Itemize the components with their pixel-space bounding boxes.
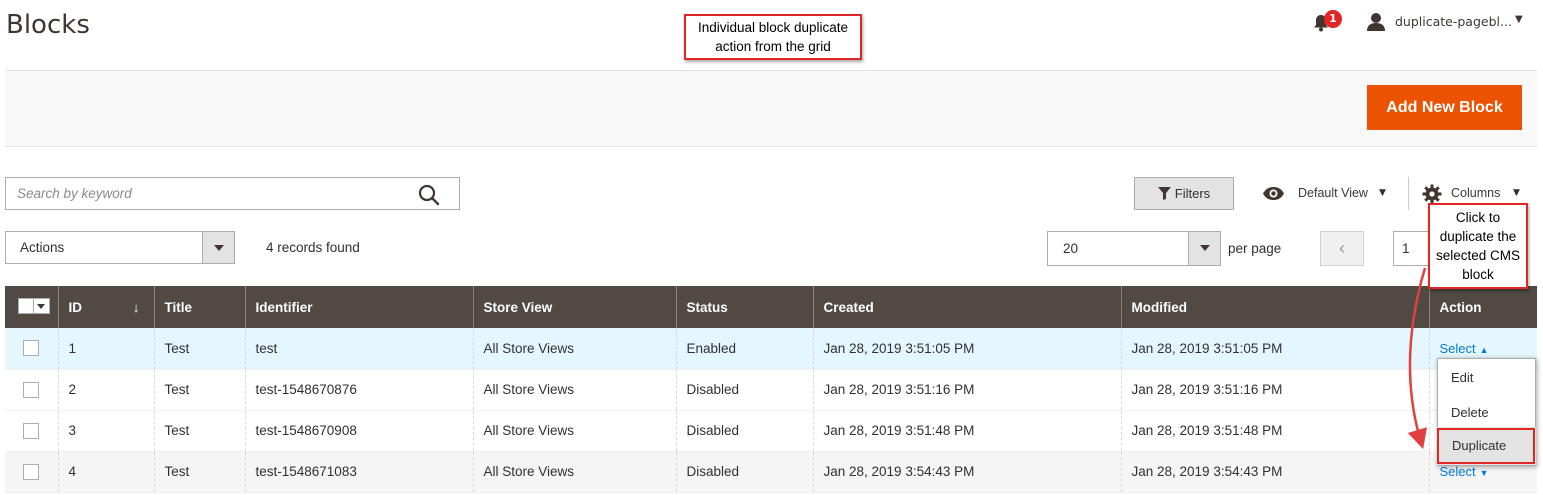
column-header-title[interactable]: Title [153, 286, 245, 328]
search-box [5, 177, 460, 210]
search-input[interactable] [6, 178, 406, 209]
filters-button[interactable]: Filters [1134, 177, 1234, 210]
cell-id: 3 [57, 410, 154, 451]
row-action-select[interactable]: Select ▼ [1440, 464, 1489, 479]
mass-actions-label: Actions [20, 240, 65, 255]
column-header-identifier[interactable]: Identifier [244, 286, 473, 328]
grid-header-row: ID ↓ Title Identifier Store View Status C… [5, 286, 1537, 328]
row-checkbox-cell [5, 451, 58, 492]
column-header-status[interactable]: Status [675, 286, 813, 328]
notification-count-badge[interactable]: 1 [1324, 10, 1342, 28]
per-page-label: per page [1228, 241, 1282, 256]
mass-select-header[interactable] [5, 286, 58, 328]
chevron-down-icon[interactable]: ▼ [1379, 188, 1386, 198]
column-header-label: ID [68, 299, 83, 315]
cell-created: Jan 28, 2019 3:51:48 PM [812, 410, 1121, 451]
funnel-icon [1157, 187, 1171, 200]
row-action-select[interactable]: Select ▲ [1440, 341, 1489, 356]
cell-modified: Jan 28, 2019 3:54:43 PM [1120, 451, 1429, 492]
cell-modified: Jan 28, 2019 3:51:16 PM [1120, 369, 1429, 410]
cell-id: 2 [57, 369, 154, 410]
page-actions-bar [5, 71, 1537, 147]
chevron-down-icon[interactable]: ▼ [1513, 188, 1520, 198]
cell-identifier: test [244, 328, 473, 369]
mass-select-checkbox[interactable] [18, 297, 50, 314]
cell-title: Test [153, 451, 245, 492]
row-checkbox-cell [5, 328, 58, 369]
table-row[interactable]: 3 Test test-1548670908 All Store Views D… [5, 410, 1537, 451]
row-checkbox-cell [5, 410, 58, 451]
mass-actions-select[interactable]: Actions [5, 231, 235, 264]
page-size-value: 20 [1063, 241, 1079, 256]
chevron-down-icon[interactable] [1188, 232, 1220, 265]
cell-created: Jan 28, 2019 3:51:05 PM [812, 328, 1121, 369]
add-new-block-button[interactable]: Add New Block [1367, 85, 1522, 130]
annotation-callout-right: Click to duplicate the selected CMS bloc… [1428, 203, 1528, 289]
sort-arrow-icon: ↓ [132, 299, 140, 315]
table-row[interactable]: 1 Test test All Store Views Enabled Jan … [5, 328, 1537, 369]
chevron-down-icon[interactable] [34, 297, 50, 314]
cell-modified: Jan 28, 2019 3:51:05 PM [1120, 328, 1429, 369]
chevron-down-icon[interactable] [202, 232, 234, 263]
table-row[interactable]: 4 Test test-1548671083 All Store Views D… [5, 451, 1537, 492]
column-header-id[interactable]: ID ↓ [57, 286, 154, 328]
row-checkbox[interactable] [23, 381, 39, 398]
cell-identifier: test-1548671083 [244, 451, 473, 492]
columns-dropdown[interactable]: Columns [1451, 186, 1500, 200]
default-view-dropdown[interactable]: Default View [1298, 186, 1368, 200]
row-checkbox-cell [5, 369, 58, 410]
cell-title: Test [153, 328, 245, 369]
cell-status: Disabled [675, 369, 813, 410]
records-found: 4 records found [266, 240, 360, 255]
chevron-up-icon: ▲ [1479, 344, 1489, 355]
cell-identifier: test-1548670876 [244, 369, 473, 410]
column-header-action: Action [1428, 286, 1537, 328]
current-page-input[interactable]: 1 [1393, 231, 1433, 266]
page-size-select[interactable]: 20 [1047, 231, 1221, 266]
cell-store-view: All Store Views [472, 369, 676, 410]
cell-store-view: All Store Views [472, 451, 676, 492]
row-checkbox[interactable] [23, 463, 39, 480]
menu-item-edit[interactable]: Edit [1438, 370, 1535, 385]
cell-store-view: All Store Views [472, 328, 676, 369]
cell-store-view: All Store Views [472, 410, 676, 451]
blocks-grid: ID ↓ Title Identifier Store View Status C… [5, 286, 1537, 493]
cell-id: 4 [57, 451, 154, 492]
column-header-created[interactable]: Created [812, 286, 1121, 328]
eye-icon[interactable] [1262, 186, 1285, 201]
filters-label: Filters [1174, 186, 1211, 201]
cell-modified: Jan 28, 2019 3:51:48 PM [1120, 410, 1429, 451]
search-icon[interactable] [417, 183, 441, 207]
page-title: Blocks [6, 10, 90, 40]
column-header-modified[interactable]: Modified [1120, 286, 1429, 328]
cell-created: Jan 28, 2019 3:54:43 PM [812, 451, 1121, 492]
cell-title: Test [153, 410, 245, 451]
cell-identifier: test-1548670908 [244, 410, 473, 451]
cell-status: Enabled [675, 328, 813, 369]
chevron-left-icon: ‹ [1339, 238, 1345, 258]
row-checkbox[interactable] [23, 422, 39, 439]
row-checkbox[interactable] [23, 340, 39, 357]
annotation-arrow [1407, 267, 1427, 450]
menu-item-duplicate[interactable]: Duplicate [1437, 428, 1535, 464]
cell-title: Test [153, 369, 245, 410]
cell-status: Disabled [675, 410, 813, 451]
chevron-down-icon[interactable]: ▼ [1515, 14, 1523, 25]
cell-status: Disabled [675, 451, 813, 492]
column-header-store-view[interactable]: Store View [472, 286, 676, 328]
annotation-callout-top: Individual block duplicate action from t… [684, 14, 862, 60]
menu-item-delete[interactable]: Delete [1438, 405, 1535, 420]
chevron-down-icon: ▼ [1479, 468, 1489, 478]
user-icon[interactable] [1366, 12, 1386, 32]
previous-page-button[interactable]: ‹ [1320, 231, 1364, 266]
table-row[interactable]: 2 Test test-1548670876 All Store Views D… [5, 369, 1537, 410]
user-account-name[interactable]: duplicate-pagebl... [1395, 14, 1512, 29]
gear-icon[interactable] [1422, 184, 1442, 204]
toolbar-divider [1408, 177, 1409, 210]
cell-id: 1 [57, 328, 154, 369]
row-action-label: Select [1439, 464, 1476, 479]
cell-created: Jan 28, 2019 3:51:16 PM [812, 369, 1121, 410]
